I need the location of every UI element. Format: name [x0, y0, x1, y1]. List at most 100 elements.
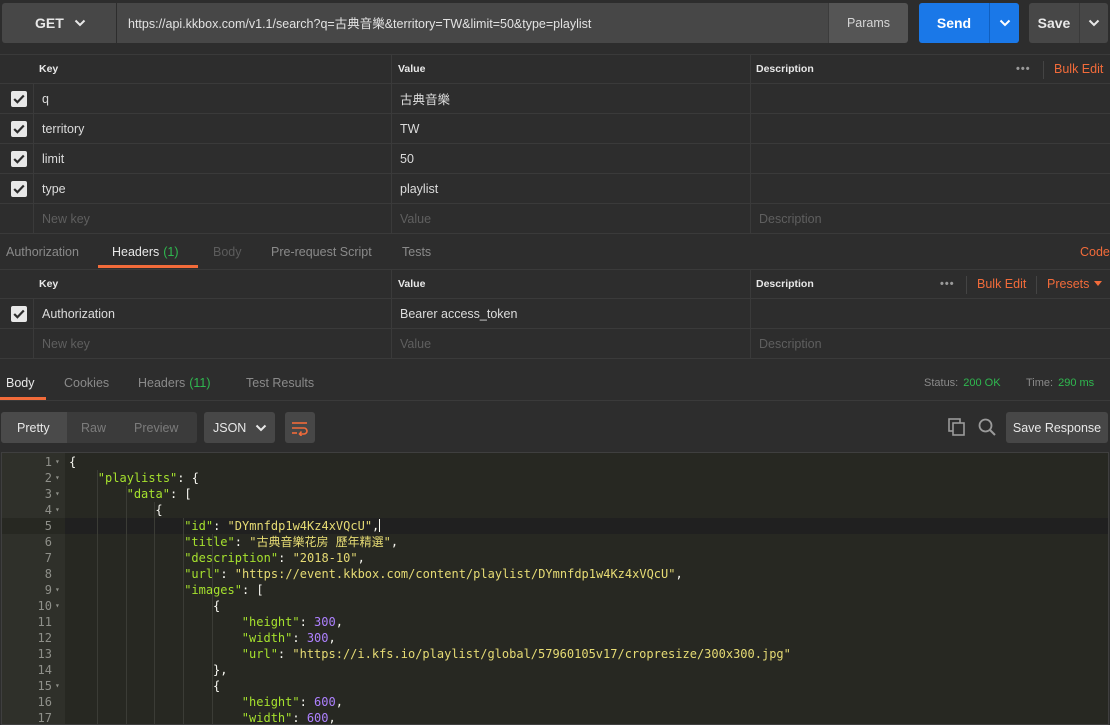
fold-toggle-icon[interactable]: ▾ [55, 598, 60, 614]
value-input[interactable]: 50 [391, 144, 749, 173]
json-number: 300 [314, 615, 336, 629]
json-key: "height" [241, 615, 300, 629]
tab-response-body[interactable]: Body [6, 367, 35, 399]
chevron-down-icon [74, 19, 86, 27]
save-response-button[interactable]: Save Response [1006, 412, 1108, 443]
json-string: "2018-10" [292, 551, 358, 565]
bulk-edit-link[interactable]: Bulk Edit [977, 270, 1026, 298]
new-key-input[interactable]: New key [33, 204, 390, 233]
code-text: "data": [ [127, 486, 192, 502]
fold-toggle-icon[interactable]: ▾ [55, 470, 60, 486]
tab-headers[interactable]: Headers (1) [112, 236, 179, 268]
request-url-bar: GET https://api.kkbox.com/v1.1/search?q=… [0, 0, 1110, 48]
enabled-checkbox[interactable] [11, 121, 27, 137]
presets-dropdown[interactable]: Presets [1047, 270, 1103, 298]
code-link[interactable]: Code [1080, 236, 1110, 268]
json-key: "width" [241, 711, 293, 725]
fold-toggle-icon[interactable]: ▾ [55, 678, 60, 694]
json-key: "description" [184, 551, 279, 565]
url-input[interactable]: https://api.kkbox.com/v1.1/search?q=古典音樂… [117, 3, 828, 43]
code-line: 3 ▾ "data": [ [2, 486, 1108, 502]
json-string: "https://i.kfs.io/playlist/global/579601… [292, 647, 791, 661]
description-input[interactable] [750, 174, 1110, 203]
new-key-input[interactable]: New key [33, 329, 390, 358]
key-input[interactable]: type [33, 174, 390, 203]
key-input[interactable]: q [33, 84, 390, 113]
fold-toggle-icon[interactable]: ▾ [55, 486, 60, 502]
new-value-input[interactable]: Value [391, 204, 749, 233]
json-punct: , [372, 519, 380, 533]
value-input[interactable]: playlist [391, 174, 749, 203]
value-input[interactable]: 古典音樂 [391, 84, 749, 113]
method-select[interactable]: GET [2, 3, 116, 43]
view-raw-button[interactable]: Raw [81, 412, 106, 443]
line-number: 10 [37, 599, 52, 613]
chevron-down-icon [1088, 19, 1100, 27]
more-options-icon[interactable]: ••• [940, 278, 955, 290]
params-table: Key Value Description ••• Bulk Edit q 古典音… [0, 54, 1110, 234]
status-value: 200 OK [963, 377, 1001, 389]
tab-test-results[interactable]: Test Results [246, 367, 314, 399]
description-input[interactable] [750, 144, 1110, 173]
enabled-checkbox[interactable] [11, 181, 27, 197]
value-input[interactable]: TW [391, 114, 749, 143]
enabled-checkbox[interactable] [11, 306, 27, 322]
response-body-editor[interactable]: 1 ▾{2 ▾ "playlists": {3 ▾ "data": [4 ▾{5 "id": … [1, 452, 1109, 725]
json-key: "playlists" [97, 471, 178, 485]
save-dropdown-button[interactable] [1079, 3, 1108, 43]
response-toolbar: Pretty Raw Preview JSON Save Response [0, 402, 1110, 452]
check-icon [13, 184, 25, 194]
description-input[interactable] [750, 84, 1110, 113]
enabled-checkbox[interactable] [11, 91, 27, 107]
json-key: "url" [184, 567, 221, 581]
value-column-header: Value [391, 270, 749, 298]
json-punct: : [234, 535, 250, 549]
fold-toggle-icon[interactable]: ▾ [55, 502, 60, 518]
new-value-input[interactable]: Value [391, 329, 749, 358]
copy-icon[interactable] [948, 418, 966, 436]
new-description-input[interactable]: Description [750, 204, 1110, 233]
save-button[interactable]: Save [1029, 3, 1079, 43]
tab-tests[interactable]: Tests [402, 236, 431, 268]
bulk-edit-link[interactable]: Bulk Edit [1054, 55, 1103, 83]
json-punct: { [69, 455, 77, 469]
value-column-header: Value [391, 55, 749, 83]
key-input[interactable]: limit [33, 144, 390, 173]
params-button[interactable]: Params [828, 3, 908, 43]
new-description-input[interactable]: Description [750, 329, 1110, 358]
tab-cookies[interactable]: Cookies [64, 367, 109, 399]
fold-toggle-icon[interactable]: ▾ [55, 582, 60, 598]
code-text: { [155, 502, 162, 518]
code-line: 12 "width": 300, [2, 630, 1108, 646]
json-punct: }, [213, 663, 228, 677]
method-label: GET [35, 15, 64, 31]
json-punct: : [277, 647, 293, 661]
new-param-row: New key Value Description [0, 204, 1110, 234]
wrap-lines-button[interactable] [285, 412, 315, 443]
view-pretty-button[interactable]: Pretty [17, 412, 50, 443]
active-tab-indicator [98, 265, 198, 268]
send-button[interactable]: Send [919, 3, 989, 43]
fold-toggle-icon[interactable]: ▾ [55, 454, 60, 470]
search-icon[interactable] [978, 418, 996, 436]
view-preview-button[interactable]: Preview [134, 412, 178, 443]
json-punct: : [ [169, 487, 192, 501]
tab-pre-request-script[interactable]: Pre-request Script [271, 236, 372, 268]
format-select[interactable]: JSON [204, 412, 275, 443]
key-input[interactable]: Authorization [33, 299, 390, 328]
value-input[interactable]: Bearer access_token [391, 299, 749, 328]
json-punct: , [675, 567, 683, 581]
key-input[interactable]: territory [33, 114, 390, 143]
enabled-checkbox[interactable] [11, 151, 27, 167]
description-input[interactable] [750, 299, 1110, 328]
json-string: "https://event.kkbox.com/content/playlis… [234, 567, 676, 581]
code-line: 1 ▾ { [2, 454, 1108, 470]
send-dropdown-button[interactable] [989, 3, 1019, 43]
tab-body[interactable]: Body [213, 236, 242, 268]
view-mode-segmented-control: Pretty Raw Preview [1, 412, 197, 443]
description-input[interactable] [750, 114, 1110, 143]
more-options-icon[interactable]: ••• [1016, 63, 1031, 75]
tab-authorization[interactable]: Authorization [6, 236, 79, 268]
json-key: "data" [126, 487, 170, 501]
tab-response-headers[interactable]: Headers (11) [138, 367, 211, 399]
